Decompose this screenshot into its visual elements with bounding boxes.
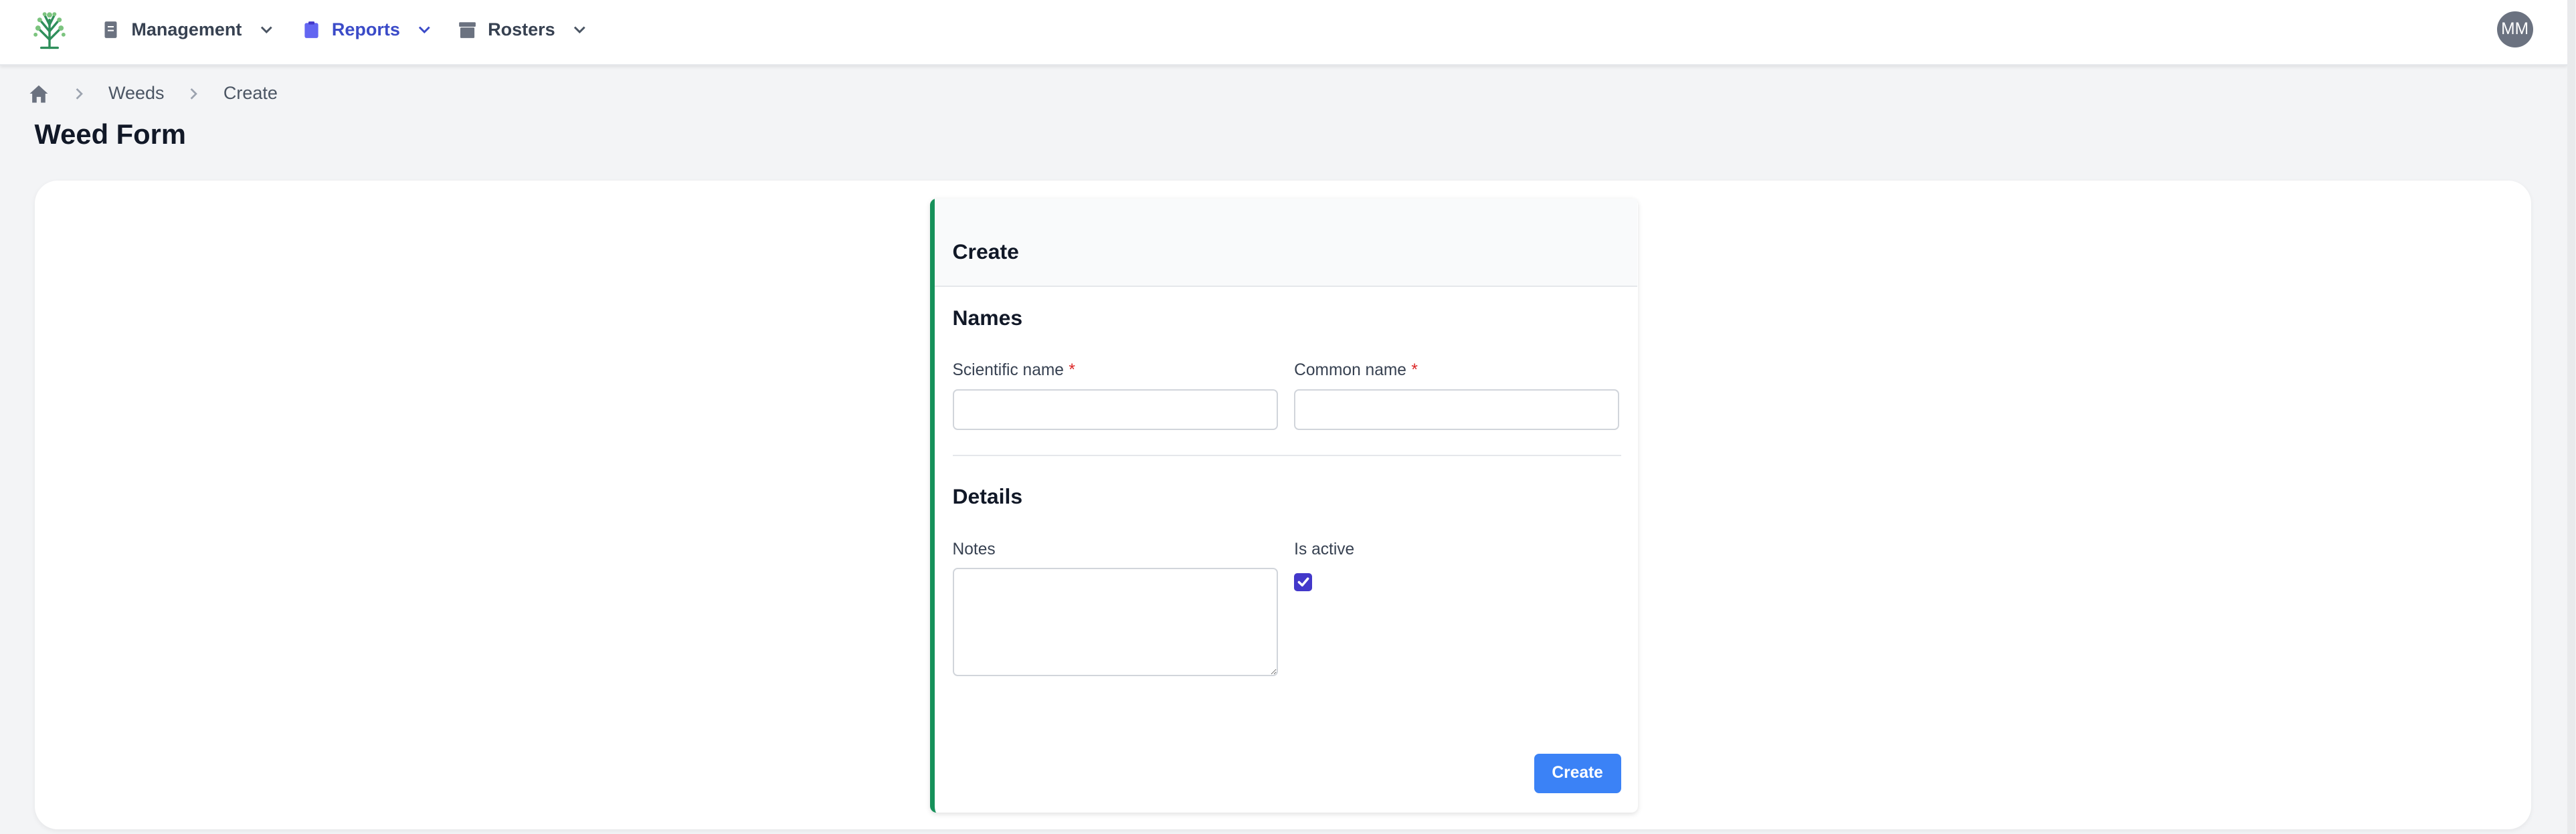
common-name-label: Common name *: [1294, 361, 1418, 380]
breadcrumb-create: Create: [223, 83, 278, 104]
app-root: Management Reports Rosters MM Weeds Crea…: [0, 0, 2576, 834]
scientific-name-label: Scientific name *: [953, 361, 1075, 380]
checkmark-icon: [1297, 577, 1309, 587]
user-avatar[interactable]: MM: [2496, 11, 2533, 48]
form-panel-header: Create: [934, 199, 1638, 288]
chevron-right-icon: [191, 88, 198, 100]
notes-textarea[interactable]: [952, 568, 1278, 677]
archive-icon: [459, 21, 476, 38]
chevron-down-icon: [574, 26, 585, 33]
nav-reports[interactable]: Reports: [302, 0, 433, 59]
weed-form-panel: Create Names Scientific name * Common nam…: [929, 199, 1638, 813]
nav-rosters[interactable]: Rosters: [458, 0, 588, 59]
chevron-down-icon: [260, 26, 272, 33]
section-title-details: Details: [952, 484, 1023, 509]
section-title-names: Names: [952, 305, 1023, 330]
create-button[interactable]: Create: [1534, 753, 1621, 793]
page-title: Weed Form: [34, 118, 186, 150]
is-active-label: Is active: [1294, 540, 1355, 558]
tree-logo-icon[interactable]: [31, 10, 68, 49]
notes-label: Notes: [952, 540, 996, 558]
required-marker: *: [1069, 361, 1075, 380]
top-navigation-bar: Management Reports Rosters MM: [0, 0, 2568, 66]
is-active-checkbox[interactable]: [1294, 572, 1313, 591]
home-icon[interactable]: [28, 83, 50, 104]
nav-management[interactable]: Management: [102, 0, 274, 59]
breadcrumb-weeds[interactable]: Weeds: [108, 83, 165, 104]
chevron-down-icon: [419, 26, 431, 33]
nav-reports-label: Reports: [331, 19, 400, 39]
document-icon: [104, 21, 117, 38]
page-scrollbar[interactable]: [2567, 0, 2576, 834]
common-name-label-text: Common name: [1294, 361, 1406, 380]
required-marker: *: [1411, 361, 1418, 380]
form-panel-title: Create: [952, 239, 1019, 264]
nav-management-label: Management: [131, 19, 242, 39]
common-name-input[interactable]: [1294, 389, 1620, 431]
breadcrumb: Weeds Create: [28, 80, 278, 106]
scientific-name-input[interactable]: [952, 389, 1278, 431]
chevron-right-icon: [76, 88, 83, 100]
scientific-name-label-text: Scientific name: [952, 361, 1064, 380]
nav-rosters-label: Rosters: [488, 19, 555, 39]
section-divider: [952, 455, 1621, 457]
clipboard-icon: [304, 21, 318, 38]
